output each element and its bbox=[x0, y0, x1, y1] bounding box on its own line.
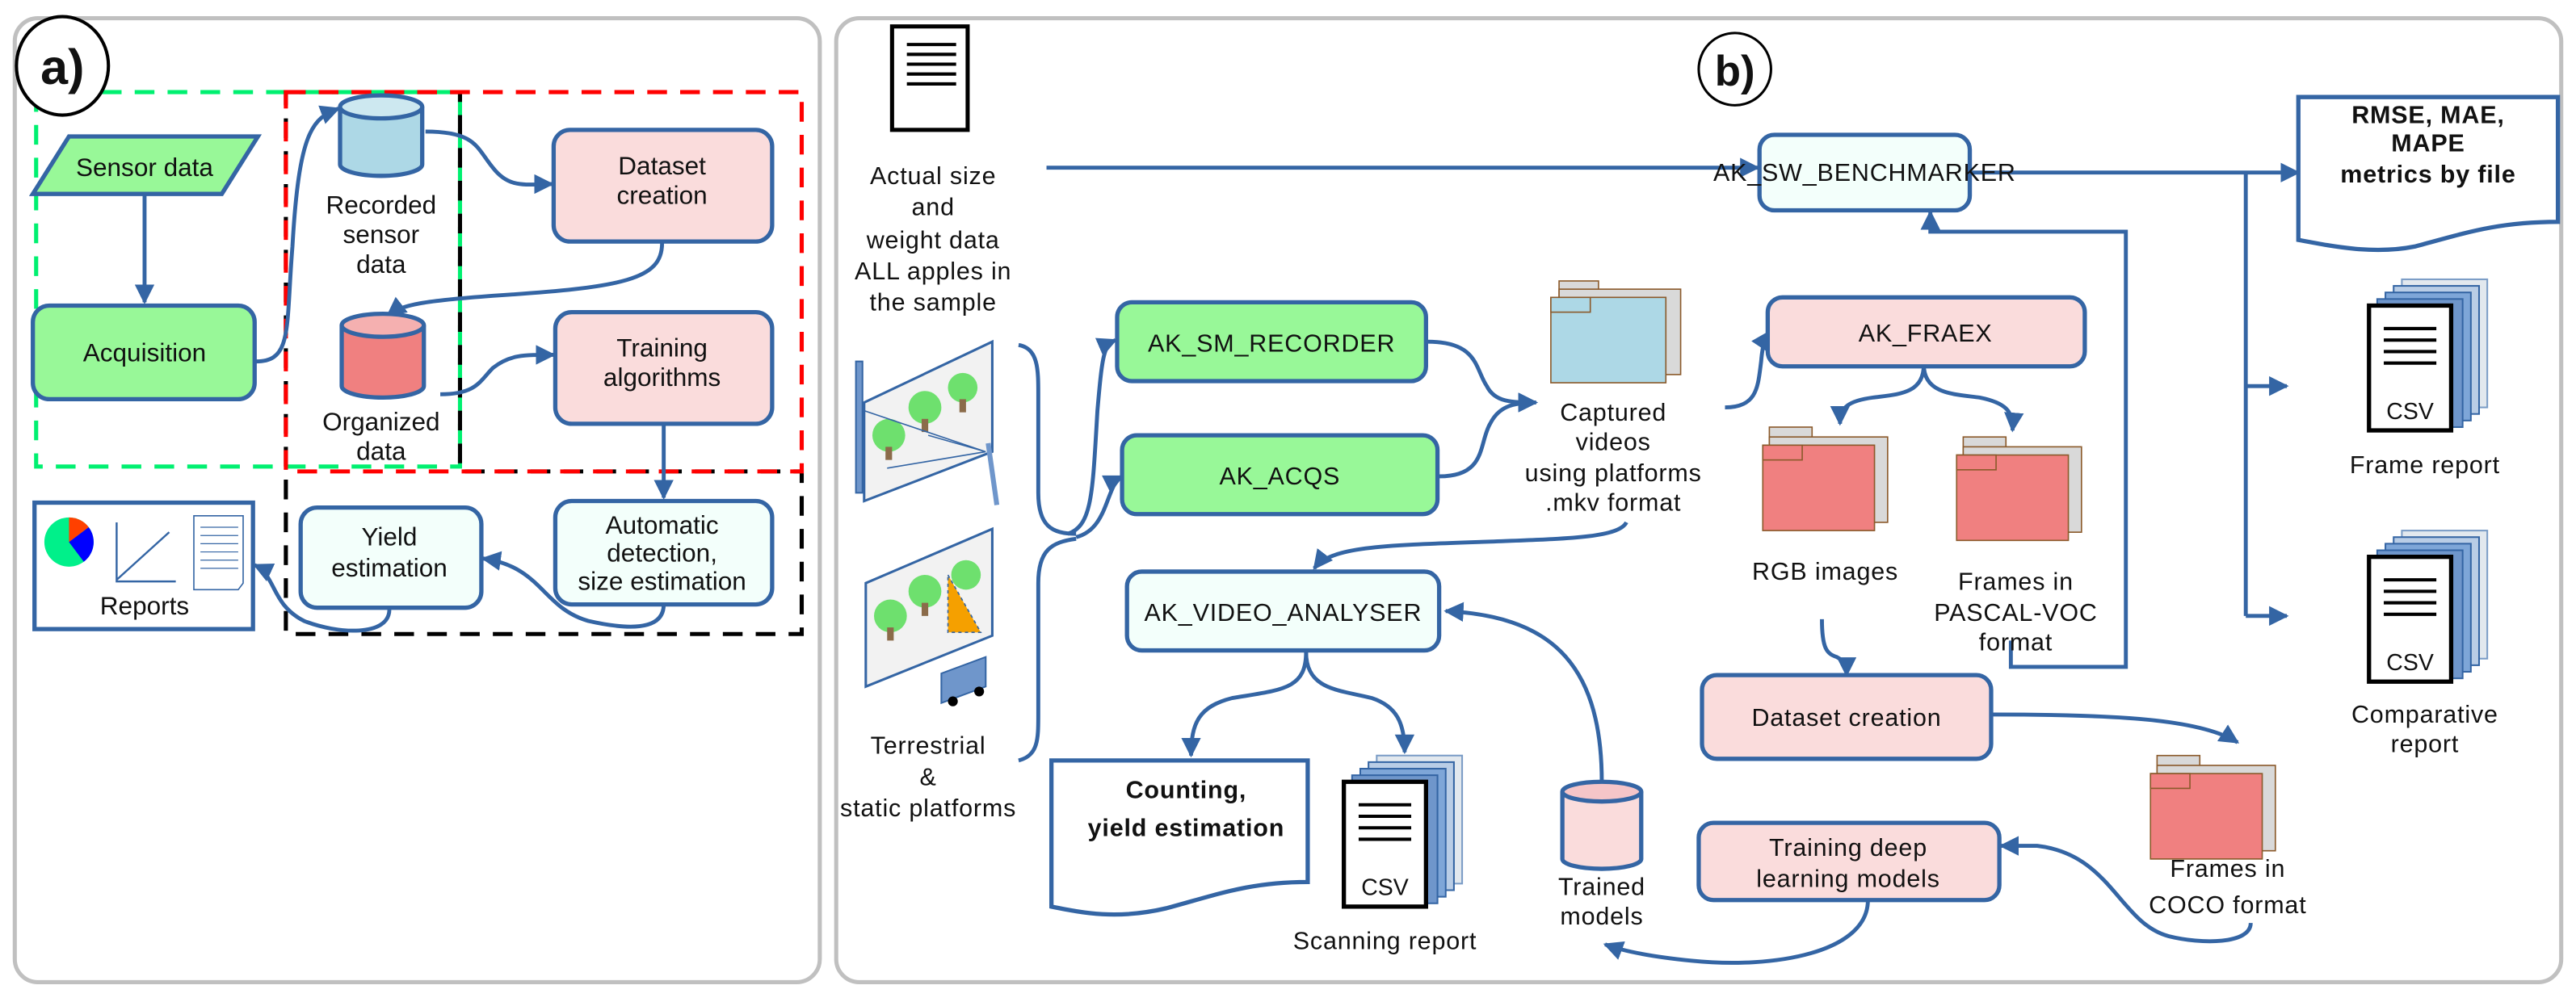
pie-chart-icon bbox=[44, 517, 94, 567]
svg-text:b): b) bbox=[1715, 48, 1755, 95]
folder-icon bbox=[1956, 436, 2082, 542]
ak-sw-benchmarker-node[interactable]: AK_SW_BENCHMARKER bbox=[1713, 132, 2016, 213]
svg-text:Captured: Captured bbox=[1560, 399, 1666, 426]
panel-a: a) Sensor data Acquisition Recorded sens… bbox=[12, 15, 822, 984]
svg-text:AK_SW_BENCHMARKER: AK_SW_BENCHMARKER bbox=[1713, 159, 2016, 187]
ak-acqs-node[interactable]: AK_ACQS bbox=[1120, 433, 1440, 517]
svg-text:sensor: sensor bbox=[343, 220, 420, 249]
svg-text:detection,: detection, bbox=[607, 539, 717, 568]
actual-data-label: Actual size and weight data ALL apples i… bbox=[855, 162, 1011, 317]
svg-text:&: & bbox=[920, 763, 937, 790]
svg-text:RMSE, MAE,: RMSE, MAE, bbox=[2351, 102, 2504, 129]
svg-text:and: and bbox=[912, 194, 955, 221]
svg-text:report: report bbox=[2391, 731, 2460, 758]
svg-text:a): a) bbox=[40, 40, 84, 94]
svg-text:Comparative: Comparative bbox=[2351, 701, 2498, 728]
svg-text:ALL apples in: ALL apples in bbox=[855, 258, 1011, 285]
svg-text:Counting,: Counting, bbox=[1126, 777, 1247, 804]
svg-text:Automatic: Automatic bbox=[606, 510, 719, 539]
svg-text:videos: videos bbox=[1576, 428, 1651, 455]
svg-text:AK_FRAEX: AK_FRAEX bbox=[1859, 320, 1993, 347]
svg-text:Frame report: Frame report bbox=[2350, 451, 2500, 479]
csv-file-icon: CSV bbox=[1344, 756, 1462, 907]
csv-file-icon: CSV bbox=[2369, 279, 2487, 430]
svg-text:data: data bbox=[356, 437, 406, 466]
svg-text:CSV: CSV bbox=[2386, 399, 2434, 425]
folder-icon bbox=[2149, 754, 2276, 860]
document-icon bbox=[193, 514, 244, 591]
folder-icon bbox=[1762, 426, 1889, 531]
svg-text:Dataset: Dataset bbox=[618, 151, 706, 180]
svg-text:Scanning report: Scanning report bbox=[1293, 928, 1477, 955]
svg-text:Reports: Reports bbox=[100, 591, 189, 620]
diagram: a) Sensor data Acquisition Recorded sens… bbox=[12, 15, 2564, 984]
svg-text:models: models bbox=[1560, 903, 1643, 930]
svg-text:.mkv format: .mkv format bbox=[1545, 489, 1681, 517]
trained-models-cylinder[interactable]: Trained models bbox=[1558, 779, 1645, 930]
automatic-detection-node[interactable]: Automatic detection, size estimation bbox=[553, 498, 775, 607]
svg-text:format: format bbox=[1979, 629, 2053, 656]
svg-text:metrics by file: metrics by file bbox=[2340, 161, 2515, 188]
ak-video-analyser-node[interactable]: AK_VIDEO_ANALYSER bbox=[1124, 569, 1442, 653]
svg-text:RGB images: RGB images bbox=[1752, 558, 1898, 585]
svg-text:Yield: Yield bbox=[362, 522, 418, 551]
training-deep-learning-node[interactable]: Training deep learning models bbox=[1696, 820, 2002, 903]
svg-text:estimation: estimation bbox=[331, 553, 448, 582]
svg-text:algorithms: algorithms bbox=[603, 363, 721, 392]
svg-text:Training: Training bbox=[616, 333, 708, 363]
svg-text:CSV: CSV bbox=[1361, 875, 1409, 901]
folder-icon bbox=[1550, 280, 1682, 384]
panel-b-badge: b) bbox=[1697, 31, 1772, 107]
rgb-images-folder[interactable]: RGB images bbox=[1752, 426, 1898, 585]
svg-text:AK_ACQS: AK_ACQS bbox=[1219, 463, 1340, 490]
ground-truth-document-icon bbox=[889, 24, 970, 132]
svg-text:data: data bbox=[356, 249, 406, 279]
svg-text:Dataset creation: Dataset creation bbox=[1751, 704, 1941, 732]
svg-text:CSV: CSV bbox=[2386, 650, 2434, 676]
ak-sm-recorder-node[interactable]: AK_SM_RECORDER bbox=[1115, 300, 1428, 384]
svg-text:Acquisition: Acquisition bbox=[83, 338, 206, 367]
svg-text:creation: creation bbox=[617, 180, 708, 209]
panel-b: b) Actual size and weight data ALL apple… bbox=[834, 16, 2564, 984]
svg-text:Trained: Trained bbox=[1558, 874, 1645, 901]
svg-text:Frames in: Frames in bbox=[1958, 568, 2074, 595]
svg-text:Training deep: Training deep bbox=[1769, 834, 1927, 862]
svg-text:the sample: the sample bbox=[870, 289, 997, 317]
svg-text:Organized: Organized bbox=[322, 407, 439, 436]
dataset-creation-node[interactable]: Dataset creation bbox=[1700, 673, 1994, 761]
svg-text:weight data: weight data bbox=[866, 226, 1000, 254]
svg-text:COCO format: COCO format bbox=[2149, 891, 2306, 919]
svg-text:size estimation: size estimation bbox=[578, 566, 746, 595]
sensor-data-label: Sensor data bbox=[76, 153, 213, 182]
yield-estimation-node[interactable]: Yield estimation bbox=[298, 505, 484, 610]
svg-text:learning models: learning models bbox=[1756, 865, 1940, 892]
dataset-creation-node[interactable]: Dataset creation bbox=[551, 128, 775, 244]
svg-text:static platforms: static platforms bbox=[840, 794, 1016, 822]
acquisition-node[interactable]: Acquisition bbox=[31, 303, 257, 402]
svg-text:PASCAL-VOC: PASCAL-VOC bbox=[1934, 599, 2097, 627]
sensor-data-node[interactable]: Sensor data bbox=[28, 134, 263, 196]
comparative-report[interactable]: CSV Comparative report bbox=[2351, 530, 2498, 758]
svg-text:AK_VIDEO_ANALYSER: AK_VIDEO_ANALYSER bbox=[1144, 599, 1422, 627]
svg-text:Frames in: Frames in bbox=[2170, 855, 2285, 883]
svg-text:Actual size: Actual size bbox=[870, 162, 996, 190]
svg-text:MAPE: MAPE bbox=[2391, 129, 2465, 157]
svg-text:AK_SM_RECORDER: AK_SM_RECORDER bbox=[1148, 329, 1395, 357]
panel-a-badge: a) bbox=[15, 15, 111, 117]
training-algorithms-node[interactable]: Training algorithms bbox=[553, 309, 775, 426]
svg-text:using platforms: using platforms bbox=[1525, 459, 1702, 487]
ak-fraex-node[interactable]: AK_FRAEX bbox=[1765, 295, 2087, 369]
reports-node[interactable]: Reports bbox=[32, 500, 255, 631]
svg-text:yield estimation: yield estimation bbox=[1088, 814, 1285, 841]
svg-text:Terrestrial: Terrestrial bbox=[871, 732, 986, 760]
svg-text:Recorded: Recorded bbox=[326, 191, 437, 220]
csv-file-icon: CSV bbox=[2369, 530, 2487, 681]
